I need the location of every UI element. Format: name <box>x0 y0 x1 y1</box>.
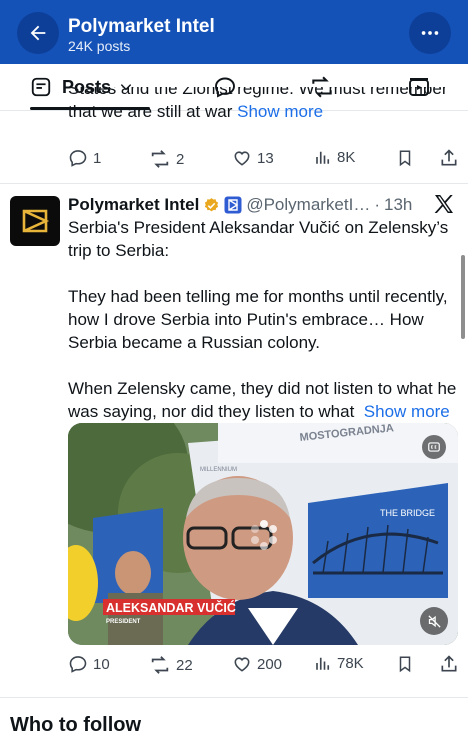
profile-header: Polymarket Intel 24K posts <box>0 0 468 64</box>
polymarket-logo-icon <box>22 209 50 233</box>
arrow-left-icon <box>30 25 46 41</box>
like-button[interactable]: 200 <box>232 654 282 674</box>
previous-tweet-text: States and the Zionist regime. We must r… <box>68 87 458 123</box>
lower-third-role: PRESIDENT <box>106 619 141 625</box>
share-button[interactable] <box>439 654 459 674</box>
tweet-divider <box>0 697 468 698</box>
bridge-label: THE BRIDGE <box>380 508 435 518</box>
share-icon <box>441 149 457 166</box>
tweet-paragraph-last: When Zelensky came, they did not listen … <box>68 377 460 423</box>
views-bar-icon <box>316 151 330 164</box>
captions-button[interactable] <box>422 435 446 459</box>
reply-button[interactable]: 1 <box>68 148 101 168</box>
lower-third-name: ALEKSANDAR VUČIĆ <box>106 600 236 615</box>
muted-speaker-icon <box>427 614 441 628</box>
repost-button[interactable]: 22 <box>149 654 193 676</box>
view-count: 8K <box>337 148 356 166</box>
more-options-button[interactable] <box>409 12 451 54</box>
like-button[interactable]: 13 <box>232 148 274 168</box>
tweet-header: Polymarket Intel @PolymarketI… · 13h <box>68 194 458 216</box>
reply-icon <box>69 150 87 167</box>
bookmark-button[interactable] <box>396 148 414 168</box>
time-separator: · <box>374 195 381 214</box>
author-handle[interactable]: @PolymarketI… <box>246 195 370 215</box>
author-name[interactable]: Polymarket Intel <box>68 195 199 215</box>
tweet-actions: 10 22 200 78K <box>68 652 458 678</box>
back-button[interactable] <box>17 12 59 54</box>
mute-button[interactable] <box>420 607 448 635</box>
affiliate-badge-icon <box>224 196 242 214</box>
reply-icon <box>69 656 87 673</box>
tweet-text: Serbia's President Aleksandar Vučić on Z… <box>68 216 460 423</box>
posts-icon <box>31 77 51 97</box>
captions-icon <box>428 442 440 452</box>
view-count: 78K <box>337 654 364 672</box>
repost-count: 2 <box>176 150 185 168</box>
bookmark-icon <box>399 656 411 673</box>
millennium-text: MILLENNIUM <box>200 467 237 473</box>
profile-title: Polymarket Intel <box>68 16 215 37</box>
post-count: 24K posts <box>68 38 131 54</box>
tweet-paragraph: They had been telling me for months unti… <box>68 287 448 352</box>
repost-icon <box>151 150 169 168</box>
more-dots-icon <box>421 31 439 35</box>
share-button[interactable] <box>439 148 459 168</box>
reply-button[interactable]: 10 <box>68 654 110 674</box>
avatar[interactable] <box>10 196 60 246</box>
tweet-paragraph: Serbia's President Aleksandar Vučić on Z… <box>68 218 449 260</box>
heart-icon <box>234 151 250 166</box>
reply-count: 1 <box>93 149 102 167</box>
like-count: 13 <box>257 149 274 167</box>
previous-tweet-cut-line: States and the Zionist regime. We must r… <box>68 87 448 98</box>
like-count: 200 <box>257 655 283 673</box>
repost-icon <box>151 656 169 674</box>
views-button[interactable]: 8K <box>314 148 355 166</box>
show-more-link[interactable]: Show more <box>237 102 323 121</box>
verified-badge-icon <box>205 197 219 211</box>
tweet-video[interactable]: MOSTOGRADNJA MILLENNIUM THE BRIDGE ALEKS… <box>68 423 458 645</box>
views-button[interactable]: 78K <box>314 654 364 672</box>
previous-tweet-last-line: that we are still at war <box>68 102 233 121</box>
bookmark-button[interactable] <box>396 654 414 674</box>
reply-count: 10 <box>93 655 110 673</box>
repost-count: 22 <box>176 656 193 674</box>
repost-button[interactable]: 2 <box>149 148 184 170</box>
previous-tweet-actions: 1 2 13 8K <box>68 146 458 172</box>
tweet-divider <box>0 183 468 184</box>
heart-icon <box>234 657 250 672</box>
share-icon <box>441 655 457 672</box>
video-frame: MOSTOGRADNJA MILLENNIUM THE BRIDGE ALEKS… <box>68 423 458 645</box>
scrollbar[interactable] <box>461 255 465 339</box>
show-more-link[interactable]: Show more <box>364 402 450 421</box>
bookmark-icon <box>399 150 411 167</box>
views-bar-icon <box>316 657 330 670</box>
timestamp[interactable]: 13h <box>384 195 412 215</box>
who-to-follow-heading: Who to follow <box>10 714 142 736</box>
